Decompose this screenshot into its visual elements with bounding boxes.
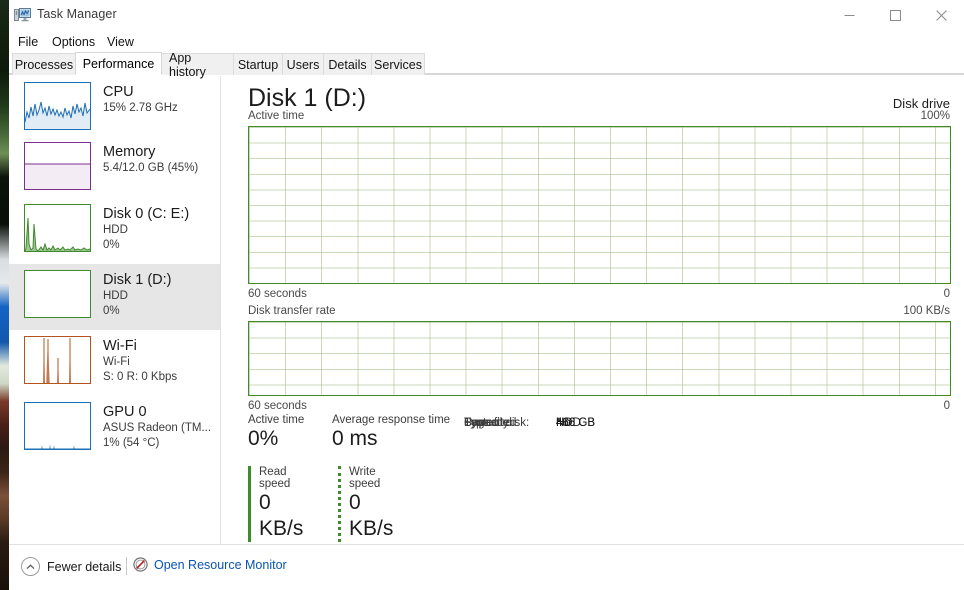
fewer-details-label: Fewer details bbox=[47, 559, 122, 574]
sidebar-item-cpu[interactable]: CPU 15% 2.78 GHz bbox=[9, 76, 220, 136]
sidebar-gpu0-title: GPU 0 bbox=[103, 404, 147, 420]
tab-services[interactable]: Services bbox=[371, 53, 425, 75]
sidebar-wifi-title: Wi-Fi bbox=[103, 338, 137, 354]
active-time-graph bbox=[248, 126, 951, 284]
sidebar-cpu-stats: 15% 2.78 GHz bbox=[103, 102, 178, 114]
sidebar-memory-title: Memory bbox=[103, 144, 156, 160]
sidebar-gpu0-model: ASUS Radeon (TM... bbox=[103, 422, 212, 434]
desktop-background-strip bbox=[0, 0, 9, 590]
resource-sidebar[interactable]: CPU 15% 2.78 GHz Memory 5.4/12.0 GB (45%… bbox=[9, 76, 221, 544]
tab-details[interactable]: Details bbox=[323, 53, 372, 75]
avg-response-stat-value: 0 ms bbox=[332, 427, 378, 450]
menu-bar: File Options View bbox=[9, 32, 964, 53]
tab-app-history[interactable]: App history bbox=[161, 51, 234, 79]
read-speed-value: 0 KB/s bbox=[259, 491, 304, 540]
detail-type-key: Type: bbox=[464, 417, 493, 429]
resource-monitor-icon bbox=[133, 557, 148, 572]
status-bar: Fewer details Open Resource Monitor bbox=[9, 544, 964, 590]
window-title: Task Manager bbox=[37, 7, 117, 21]
sidebar-item-disk0[interactable]: Disk 0 (C: E:) HDD 0% bbox=[9, 198, 220, 264]
chevron-up-icon bbox=[21, 557, 40, 576]
gpu0-thumbnail-graph bbox=[24, 402, 91, 450]
sidebar-wifi-type: Wi-Fi bbox=[103, 356, 130, 368]
open-resource-monitor-link[interactable]: Open Resource Monitor bbox=[133, 557, 287, 572]
sidebar-item-memory[interactable]: Memory 5.4/12.0 GB (45%) bbox=[9, 136, 220, 198]
tab-startup[interactable]: Startup bbox=[233, 53, 283, 75]
sidebar-disk0-type: HDD bbox=[103, 224, 128, 236]
memory-thumbnail-graph bbox=[24, 142, 91, 190]
title-bar: Task Manager bbox=[9, 0, 964, 32]
transfer-rate-caption: Disk transfer rate bbox=[248, 305, 336, 317]
sidebar-disk0-usage: 0% bbox=[103, 239, 120, 251]
sidebar-item-gpu0[interactable]: GPU 0 ASUS Radeon (TM... 1% (54 °C) bbox=[9, 396, 220, 462]
active-time-xaxis-label: 60 seconds bbox=[248, 288, 307, 300]
active-time-min-label: 0 bbox=[943, 288, 950, 300]
read-speed-stat: Read speed 0 KB/s bbox=[248, 466, 303, 542]
cpu-thumbnail-graph bbox=[24, 82, 91, 130]
menu-file[interactable]: File bbox=[13, 34, 43, 50]
task-manager-icon bbox=[14, 7, 31, 24]
sidebar-memory-stats: 5.4/12.0 GB (45%) bbox=[103, 162, 199, 174]
read-speed-label: Read speed bbox=[259, 466, 291, 490]
content-area: CPU 15% 2.78 GHz Memory 5.4/12.0 GB (45%… bbox=[9, 76, 964, 544]
active-time-caption: Active time bbox=[248, 110, 305, 122]
sidebar-cpu-title: CPU bbox=[103, 84, 134, 100]
minimize-button[interactable] bbox=[826, 0, 872, 30]
tab-performance[interactable]: Performance bbox=[75, 52, 162, 75]
close-button[interactable] bbox=[918, 0, 964, 30]
maximize-button[interactable] bbox=[872, 0, 918, 30]
task-manager-window: Task Manager File Options View Processes… bbox=[9, 0, 964, 590]
page-title: Disk 1 (D:) bbox=[248, 84, 367, 112]
detail-type-value: HDD bbox=[556, 417, 581, 429]
open-resource-monitor-label: Open Resource Monitor bbox=[154, 557, 287, 572]
avg-response-stat-label: Average response time bbox=[332, 414, 451, 426]
menu-view[interactable]: View bbox=[102, 34, 139, 50]
sidebar-disk1-type: HDD bbox=[103, 290, 128, 302]
write-speed-stat: Write speed 0 KB/s bbox=[338, 466, 393, 542]
sidebar-item-wifi[interactable]: Wi-Fi Wi-Fi S: 0 R: 0 Kbps bbox=[9, 330, 220, 396]
transfer-rate-xaxis-label: 60 seconds bbox=[248, 400, 307, 412]
transfer-rate-max-label: 100 KB/s bbox=[903, 305, 950, 317]
active-time-max-label: 100% bbox=[920, 110, 950, 122]
tab-strip: Processes Performance App history Startu… bbox=[9, 51, 964, 79]
performance-detail-pane: Disk 1 (D:) Disk drive Active time 100% … bbox=[222, 76, 964, 544]
disk1-thumbnail-graph bbox=[24, 270, 91, 318]
disk0-thumbnail-graph bbox=[24, 204, 91, 252]
menu-options[interactable]: Options bbox=[47, 34, 100, 50]
write-speed-label: Write speed bbox=[349, 466, 381, 490]
disk-transfer-rate-graph bbox=[248, 321, 951, 396]
sidebar-item-disk1[interactable]: Disk 1 (D:) HDD 0% bbox=[9, 264, 220, 330]
write-speed-value: 0 KB/s bbox=[349, 491, 394, 540]
tab-processes[interactable]: Processes bbox=[12, 53, 76, 75]
device-type-label: Disk drive bbox=[892, 96, 950, 111]
tab-users[interactable]: Users bbox=[282, 53, 324, 75]
wifi-thumbnail-graph bbox=[24, 336, 91, 384]
transfer-rate-min-label: 0 bbox=[943, 400, 950, 412]
sidebar-wifi-rate: S: 0 R: 0 Kbps bbox=[103, 371, 178, 383]
sidebar-disk1-title: Disk 1 (D:) bbox=[103, 272, 172, 288]
sidebar-disk1-usage: 0% bbox=[103, 305, 120, 317]
fewer-details-button[interactable]: Fewer details bbox=[21, 557, 121, 576]
sidebar-disk0-title: Disk 0 (C: E:) bbox=[103, 206, 190, 222]
status-divider bbox=[126, 557, 127, 575]
sidebar-gpu0-stats: 1% (54 °C) bbox=[103, 437, 160, 449]
avg-response-stat: Average response time 0 ms bbox=[332, 414, 482, 452]
